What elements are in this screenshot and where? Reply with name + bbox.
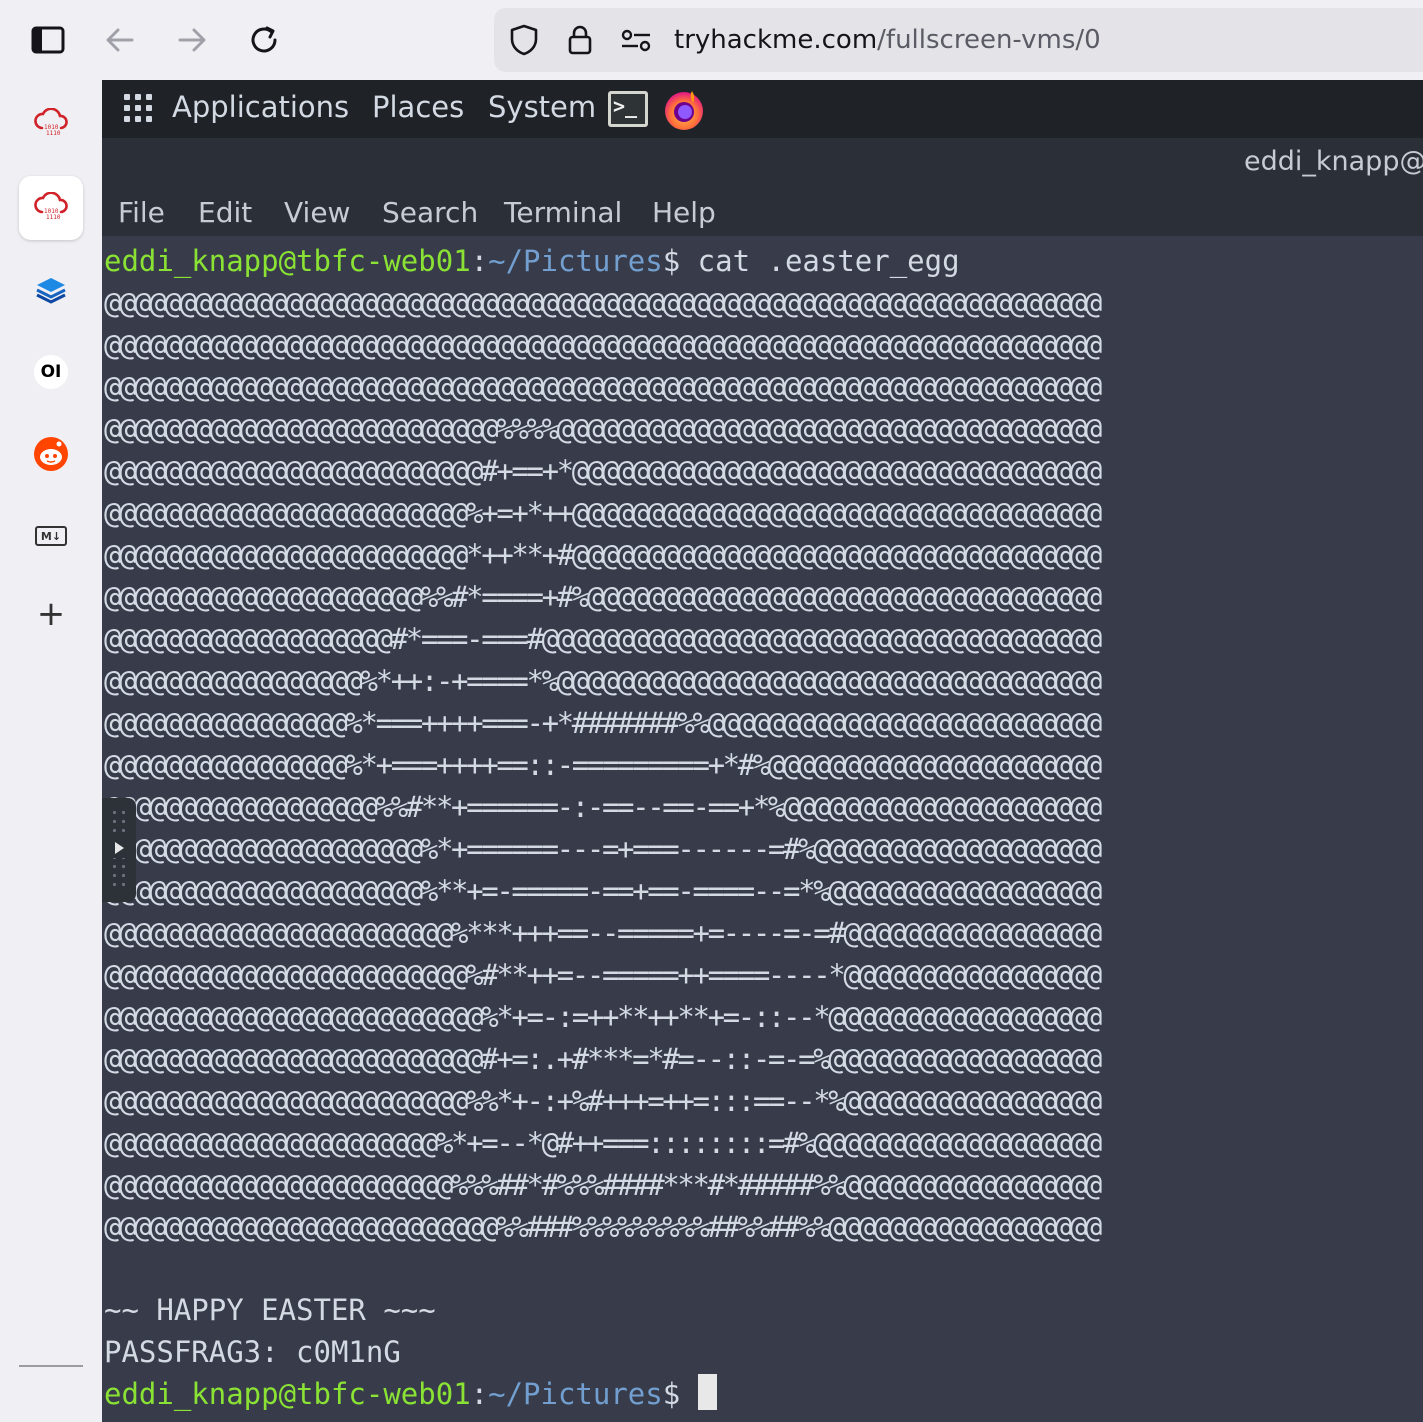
menu-view[interactable]: View bbox=[284, 196, 350, 229]
lock-icon[interactable] bbox=[564, 24, 596, 56]
browser-toolbar: tryhackme.com/fullscreen-vms/0 bbox=[0, 0, 1423, 80]
menu-search[interactable]: Search bbox=[382, 196, 478, 229]
menu-help[interactable]: Help bbox=[652, 196, 716, 229]
sidebar-toggle-icon[interactable] bbox=[30, 22, 66, 58]
ascii-art-line: @@@@@@@@@@@@@@@@@@@@@@@@%%*+-:+%#+++=++=… bbox=[104, 1084, 1102, 1118]
remote-desktop[interactable]: Applications Places System >_ eddi_knapp… bbox=[102, 80, 1423, 1422]
menu-edit[interactable]: Edit bbox=[198, 196, 252, 229]
ascii-art-line: @@@@@@@@@@@@@@@@@@@@@@@@@@%%###%%%%%%%%%… bbox=[104, 1210, 1102, 1244]
ascii-art-line: @@@@@@@@@@@@@@@@@@@@@@@@@#+==+*@@@@@@@@@… bbox=[104, 454, 1102, 488]
menu-terminal[interactable]: Terminal bbox=[504, 196, 622, 229]
reddit-icon bbox=[34, 437, 68, 471]
sidebar-item-cloud-2[interactable]: 1010 1110 bbox=[19, 176, 83, 240]
sidebar-item-reddit[interactable] bbox=[19, 422, 83, 486]
tracking-protection-shield-icon[interactable] bbox=[508, 24, 540, 56]
sidebar-add-button[interactable]: + bbox=[19, 582, 83, 646]
prompt-end: $ bbox=[662, 244, 698, 278]
svg-text:1110: 1110 bbox=[46, 130, 61, 137]
url-bar[interactable]: tryhackme.com/fullscreen-vms/0 bbox=[494, 8, 1423, 72]
sidebar-item-cloud-1[interactable]: 1010 1110 bbox=[19, 92, 83, 156]
ascii-art-line: @@@@@@@@@@@@@@@@@@%%#**+======-:-==--==-… bbox=[104, 790, 1102, 824]
url-text[interactable]: tryhackme.com/fullscreen-vms/0 bbox=[674, 25, 1101, 55]
ascii-art-line: @@@@@@@@@@@@@@@@@@@@@@@@@@%%%%@@@@@@@@@@… bbox=[104, 412, 1102, 446]
url-host: tryhackme.com bbox=[674, 25, 878, 55]
command-text: cat .easter_egg bbox=[697, 244, 960, 278]
ascii-art-line: @@@@@@@@@@@@@@@@%*===++++===-+*#######%%… bbox=[104, 706, 1102, 740]
url-path: /fullscreen-vms/0 bbox=[877, 25, 1101, 55]
ascii-art-line: @@@@@@@@@@@@@@@@@@@@@@%*+=--*@#++===::::… bbox=[104, 1126, 1102, 1160]
site-permissions-icon[interactable] bbox=[620, 24, 652, 56]
ascii-art-line: @@@@@@@@@@@@@@@@@@@#*===-===#@@@@@@@@@@@… bbox=[104, 622, 1102, 656]
terminal-cursor bbox=[697, 1374, 717, 1410]
firefox-icon[interactable] bbox=[662, 87, 706, 131]
terminal-launcher-icon[interactable]: >_ bbox=[608, 91, 648, 127]
sidebar-item-oi[interactable]: OI bbox=[19, 340, 83, 404]
forward-icon[interactable] bbox=[174, 22, 210, 58]
ascii-art-line: @@@@@@@@@@@@@@@@@@@@@@@@%+=+*++@@@@@@@@@… bbox=[104, 496, 1102, 530]
sidebar-item-markdown[interactable]: M↓ bbox=[19, 504, 83, 568]
prompt-separator: : bbox=[470, 1377, 489, 1411]
applications-menu[interactable]: Applications bbox=[172, 90, 349, 124]
sidebar-item-layers[interactable] bbox=[19, 258, 83, 322]
expand-panel-icon bbox=[111, 838, 127, 858]
svg-text:1110: 1110 bbox=[46, 214, 61, 221]
ascii-art-line: @@@@@@@@@@@@@@@@@@@@@@@@@@@@@@@@@@@@@@@@… bbox=[104, 286, 1102, 320]
prompt-separator: : bbox=[470, 244, 489, 278]
menu-file[interactable]: File bbox=[118, 196, 165, 229]
vm-side-panel-handle[interactable] bbox=[102, 798, 136, 902]
markdown-icon: M↓ bbox=[35, 526, 67, 546]
ascii-art-line: @@@@@@@@@@@@@@@@@@@@@@@@@%*+=-:=++**++**… bbox=[104, 1000, 1102, 1034]
reload-icon[interactable] bbox=[246, 22, 282, 58]
ascii-art-line: @@@@@@@@@@@@@@@@@@@@@@@@%#**++=--=====++… bbox=[104, 958, 1102, 992]
ascii-art-line: @@@@@@@@@@@@@@@@@@@@@%**+=-=====-==+==-=… bbox=[104, 874, 1102, 908]
prompt-end: $ bbox=[662, 1377, 698, 1411]
applications-grid-icon[interactable] bbox=[124, 94, 156, 126]
passfrag-line: PASSFRAG3: c0M1nG bbox=[104, 1335, 401, 1369]
command-line: eddi_knapp@tbfc-web01:~/Pictures$ cat .e… bbox=[104, 240, 960, 282]
cloud-binary-icon: 10101110 bbox=[34, 108, 68, 137]
prompt-path: ~/Pictures bbox=[488, 244, 663, 278]
greeting-line: ~~ HAPPY EASTER ~~~ bbox=[104, 1293, 436, 1327]
oi-icon: OI bbox=[34, 355, 68, 389]
final-prompt-line: eddi_knapp@tbfc-web01:~/Pictures$ bbox=[104, 1373, 717, 1415]
system-menu[interactable]: System bbox=[488, 90, 596, 124]
ascii-art-line: @@@@@@@@@@@@@@@@@@@@@@@%%%##*#%%%####***… bbox=[104, 1168, 1102, 1202]
ascii-art-line: @@@@@@@@@@@@@@@@@@@@@@@@@#+=:.+#***=*#=-… bbox=[104, 1042, 1102, 1076]
terminal-menubar: File Edit View Search Terminal Help bbox=[102, 188, 1423, 236]
ascii-art-line: @@@@@@@@@@@@@@@@%*+===++++==::-=========… bbox=[104, 748, 1102, 782]
places-menu[interactable]: Places bbox=[372, 90, 464, 124]
cloud-binary-icon: 10101110 bbox=[34, 192, 68, 221]
ascii-art-line: @@@@@@@@@@@@@@@@@@@@@%%#*====+#%@@@@@@@@… bbox=[104, 580, 1102, 614]
terminal-output[interactable]: eddi_knapp@tbfc-web01:~/Pictures$ cat .e… bbox=[102, 236, 1423, 1422]
sidebar-divider bbox=[19, 1365, 83, 1367]
layers-icon bbox=[36, 278, 66, 304]
top-panel: Applications Places System >_ bbox=[102, 80, 1423, 138]
back-icon[interactable] bbox=[102, 22, 138, 58]
prompt-user: eddi_knapp@tbfc-web01 bbox=[104, 1377, 471, 1411]
ascii-art-line: @@@@@@@@@@@@@@@@@@@@@@@@@@@@@@@@@@@@@@@@… bbox=[104, 370, 1102, 404]
ascii-art-line: @@@@@@@@@@@@@@@@@%*++:-+====*%@@@@@@@@@@… bbox=[104, 664, 1102, 698]
ascii-art-line: @@@@@@@@@@@@@@@@@@@@@@@%***+++==--=====+… bbox=[104, 916, 1102, 950]
ascii-art-line: @@@@@@@@@@@@@@@@@@@@@%*+======---=+===--… bbox=[104, 832, 1102, 866]
prompt-user: eddi_knapp@tbfc-web01 bbox=[104, 244, 471, 278]
terminal-title: eddi_knapp@ bbox=[1244, 146, 1423, 177]
plus-icon: + bbox=[36, 594, 66, 634]
ascii-art-line: @@@@@@@@@@@@@@@@@@@@@@@@*++**+#@@@@@@@@@… bbox=[104, 538, 1102, 572]
prompt-path: ~/Pictures bbox=[488, 1377, 663, 1411]
terminal-titlebar[interactable]: eddi_knapp@ bbox=[102, 138, 1423, 188]
ascii-art-line: @@@@@@@@@@@@@@@@@@@@@@@@@@@@@@@@@@@@@@@@… bbox=[104, 328, 1102, 362]
browser-sidebar: 1010 1110 1010 1110 OI M↓ + bbox=[0, 80, 102, 1422]
